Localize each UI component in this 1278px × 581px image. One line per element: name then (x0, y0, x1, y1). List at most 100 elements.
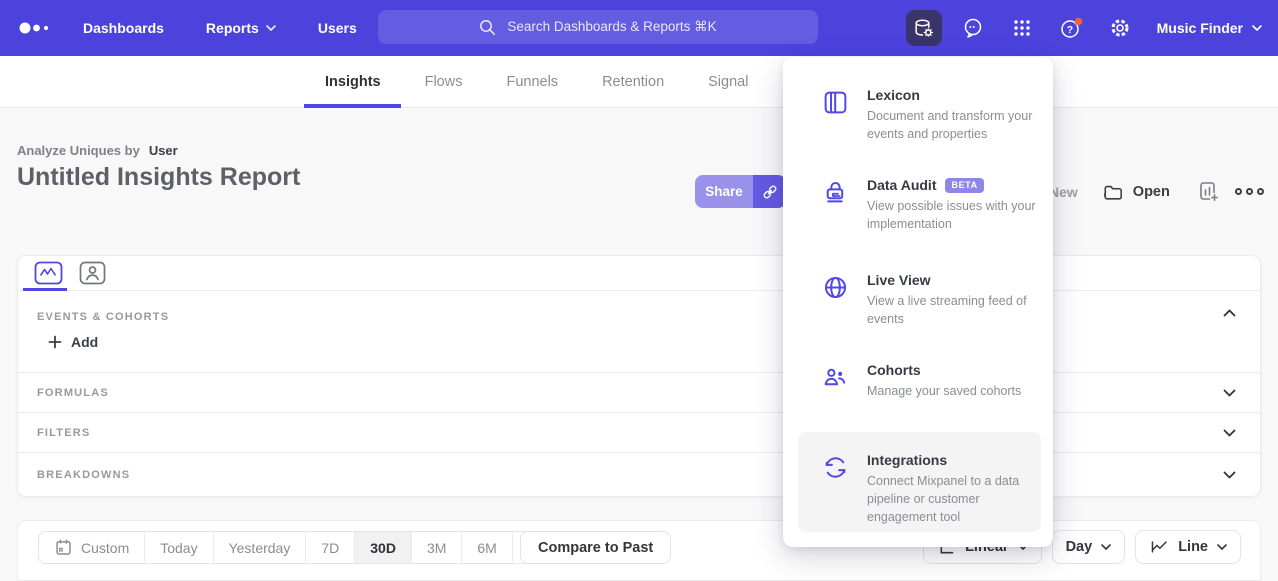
menu-item-description: Manage your saved cohorts (867, 383, 1039, 401)
feedback-button[interactable] (955, 10, 991, 46)
board-add-icon (1197, 180, 1220, 203)
chevron-up-icon (1223, 309, 1236, 317)
nav-item-reports[interactable]: Reports (206, 20, 276, 36)
project-switcher[interactable]: Music Finder (1157, 20, 1262, 36)
breadcrumb-label: Analyze Uniques by (17, 143, 140, 158)
tab-signal[interactable]: Signal (708, 56, 748, 108)
menu-item-description: Connect Mixpanel to a data pipeline or c… (867, 473, 1039, 526)
add-event-button[interactable]: Add (48, 334, 98, 350)
mixpanel-logo[interactable] (19, 20, 53, 36)
menu-item-title: Integrations (867, 452, 1039, 468)
chevron-down-icon (1223, 389, 1236, 397)
top-nav: Dashboards Reports Users Search Dashboar… (0, 0, 1278, 56)
database-gear-icon (912, 17, 935, 40)
profile-tab-icon (79, 261, 106, 286)
menu-item-data-audit[interactable]: Data Audit BETA View possible issues with… (822, 177, 1037, 234)
plus-icon (48, 335, 62, 349)
range-6m[interactable]: 6M (462, 532, 512, 563)
people-icon (822, 362, 849, 401)
chevron-down-icon (1101, 544, 1111, 550)
search-input[interactable]: Search Dashboards & Reports ⌘K (378, 10, 818, 44)
more-options-button[interactable] (1235, 188, 1264, 195)
nav-item-users[interactable]: Users (318, 20, 357, 36)
add-label: Add (71, 334, 98, 350)
chart-type-label: Line (1178, 539, 1208, 555)
menu-item-integrations[interactable]: Integrations Connect Mixpanel to a data … (822, 452, 1037, 526)
dot (1257, 188, 1264, 195)
chart-type-dropdown-line[interactable]: Line (1135, 530, 1241, 564)
date-range-segmented-control: Custom Today Yesterday 7D 30D 3M 6M 12M (38, 531, 571, 564)
audit-lock-icon (822, 177, 849, 234)
add-to-dashboard-button[interactable] (1197, 180, 1220, 203)
report-tabs: Insights Flows Funnels Retention Signal … (325, 56, 836, 108)
menu-item-description: Document and transform your events and p… (867, 108, 1039, 144)
tab-flows[interactable]: Flows (425, 56, 463, 108)
range-yesterday[interactable]: Yesterday (214, 532, 307, 563)
help-button[interactable]: ? (1053, 10, 1089, 46)
data-management-button[interactable] (906, 10, 942, 46)
menu-item-title: Cohorts (867, 362, 1039, 378)
tab-funnels[interactable]: Funnels (506, 56, 558, 108)
app-root: Dashboards Reports Users Search Dashboar… (0, 0, 1278, 581)
expand-section-button[interactable] (1223, 471, 1236, 479)
share-button[interactable]: Share (695, 175, 753, 208)
section-events-cohorts: EVENTS & COHORTS Add (18, 291, 1260, 373)
folder-icon (1102, 182, 1124, 202)
nav-item-label: Reports (206, 20, 259, 36)
menu-item-cohorts[interactable]: Cohorts Manage your saved cohorts (822, 362, 1037, 401)
share-split-button: Share (695, 175, 786, 208)
chevron-down-icon (1223, 429, 1236, 437)
open-label: Open (1133, 184, 1170, 200)
collapse-section-button[interactable] (1223, 309, 1236, 317)
range-custom[interactable]: Custom (39, 532, 145, 563)
range-today[interactable]: Today (145, 532, 213, 563)
menu-item-title: Lexicon (867, 87, 1039, 103)
section-filters[interactable]: FILTERS (18, 413, 1260, 453)
expand-section-button[interactable] (1223, 389, 1236, 397)
menu-item-lexicon[interactable]: Lexicon Document and transform your even… (822, 87, 1037, 144)
range-label: Custom (81, 540, 129, 556)
menu-item-title: Data Audit (867, 177, 936, 193)
help-icon: ? (1058, 15, 1084, 41)
interval-dropdown-day[interactable]: Day (1052, 530, 1126, 564)
search-icon (479, 19, 496, 36)
expand-section-button[interactable] (1223, 429, 1236, 437)
chart-toolbar-card: Custom Today Yesterday 7D 30D 3M 6M 12M … (17, 520, 1261, 581)
nav-right-actions: ? Music Finder (906, 0, 1262, 56)
compare-to-past-button[interactable]: Compare to Past (520, 531, 671, 564)
range-label: 6M (477, 540, 496, 556)
report-tabbar: Insights Flows Funnels Retention Signal … (0, 56, 1278, 108)
tab-profiles-view[interactable] (79, 261, 106, 286)
section-label: FORMULAS (37, 387, 109, 399)
open-report-button[interactable]: Open (1102, 182, 1170, 202)
link-icon (760, 182, 780, 202)
section-breakdowns[interactable]: BREAKDOWNS (18, 453, 1260, 496)
tab-retention[interactable]: Retention (602, 56, 664, 108)
settings-button[interactable] (1102, 10, 1138, 46)
menu-item-live-view[interactable]: Live View View a live streaming feed of … (822, 272, 1037, 329)
new-label: New (1049, 184, 1078, 200)
breadcrumb-value-user[interactable]: User (149, 143, 178, 158)
nav-links: Dashboards Reports Users (83, 20, 357, 36)
tab-chart-view[interactable] (34, 261, 63, 286)
range-30d[interactable]: 30D (355, 532, 412, 563)
project-name: Music Finder (1157, 20, 1243, 36)
dot (1235, 188, 1242, 195)
menu-item-description: View possible issues with your implement… (867, 198, 1039, 234)
feedback-bubble-icon (961, 16, 985, 40)
chevron-down-icon (1252, 25, 1262, 31)
range-7d[interactable]: 7D (306, 532, 355, 563)
tab-insights[interactable]: Insights (325, 56, 381, 108)
nav-item-label: Dashboards (83, 20, 164, 36)
breadcrumb: Analyze Uniques by User (17, 143, 178, 158)
range-3m[interactable]: 3M (412, 532, 462, 563)
menu-item-title: Live View (867, 272, 1039, 288)
menu-item-description: View a live streaming feed of events (867, 293, 1039, 329)
apps-grid-button[interactable] (1004, 10, 1040, 46)
interval-label: Day (1066, 539, 1093, 555)
copy-link-button[interactable] (753, 175, 786, 208)
section-formulas[interactable]: FORMULAS (18, 373, 1260, 413)
beta-badge: BETA (945, 178, 983, 193)
page-title[interactable]: Untitled Insights Report (17, 163, 300, 192)
nav-item-dashboards[interactable]: Dashboards (83, 20, 164, 36)
